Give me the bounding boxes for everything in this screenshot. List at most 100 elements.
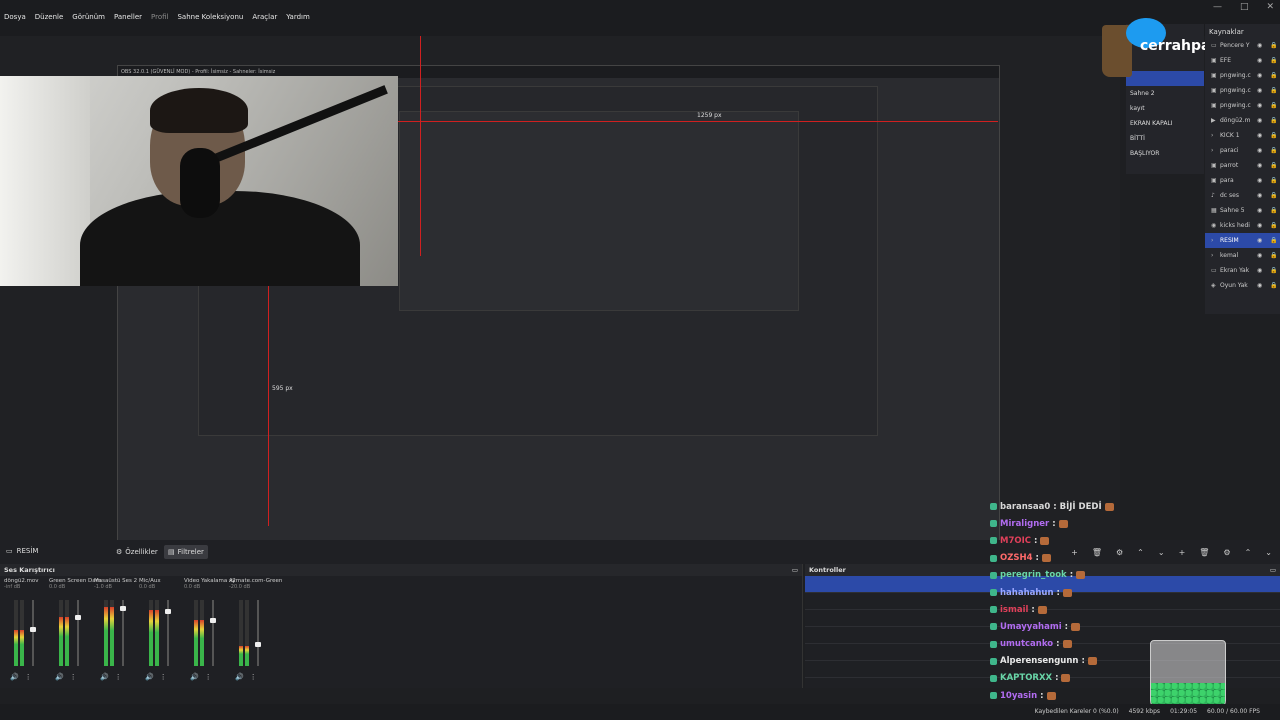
source-item[interactable]: ▣ pngwing.c ◉ 🔒	[1205, 98, 1280, 113]
settings-icon[interactable]: ⚙	[1223, 548, 1230, 557]
add-icon[interactable]: +	[1179, 548, 1186, 557]
eye-icon[interactable]: ◉	[1257, 102, 1267, 109]
source-item[interactable]: ▣ EFE ◉ 🔒	[1205, 53, 1280, 68]
fader-knob[interactable]	[255, 642, 261, 647]
eye-icon[interactable]: ◉	[1257, 42, 1267, 49]
menu-tools[interactable]: Araçlar	[252, 13, 277, 21]
dock-icon[interactable]: ▭	[1270, 566, 1276, 574]
more-icon[interactable]: ⋮	[205, 673, 212, 681]
volume-fader[interactable]	[165, 600, 171, 666]
eye-icon[interactable]: ◉	[1257, 267, 1267, 274]
menu-profile[interactable]: Profil	[151, 13, 168, 21]
lock-icon[interactable]: 🔒	[1270, 42, 1280, 49]
menu-edit[interactable]: Düzenle	[35, 13, 64, 21]
eye-icon[interactable]: ◉	[1257, 162, 1267, 169]
fader-knob[interactable]	[165, 609, 171, 614]
source-item[interactable]: › paraci ◉ 🔒	[1205, 143, 1280, 158]
speaker-icon[interactable]: 🔊	[55, 673, 64, 681]
fader-knob[interactable]	[210, 618, 216, 623]
speaker-icon[interactable]: 🔊	[190, 673, 199, 681]
source-item[interactable]: ▣ pngwing.c ◉ 🔒	[1205, 83, 1280, 98]
eye-icon[interactable]: ◉	[1257, 147, 1267, 154]
more-icon[interactable]: ⋮	[160, 673, 167, 681]
source-item[interactable]: ▣ parrot ◉ 🔒	[1205, 158, 1280, 173]
lock-icon[interactable]: 🔒	[1270, 117, 1280, 124]
dock-icon[interactable]: ▭	[792, 566, 798, 574]
source-item[interactable]: › RESİM ◉ 🔒	[1205, 233, 1280, 248]
fader-knob[interactable]	[75, 615, 81, 620]
scene-item[interactable]: BİTTİ	[1126, 131, 1204, 146]
source-item[interactable]: ▣ para ◉ 🔒	[1205, 173, 1280, 188]
lock-icon[interactable]: 🔒	[1270, 237, 1280, 244]
lock-icon[interactable]: 🔒	[1270, 102, 1280, 109]
scene-item[interactable]: BAŞLIYOR	[1126, 146, 1204, 161]
lock-icon[interactable]: 🔒	[1270, 147, 1280, 154]
volume-fader[interactable]	[30, 600, 36, 666]
more-icon[interactable]: ⋮	[250, 673, 257, 681]
eye-icon[interactable]: ◉	[1257, 132, 1267, 139]
eye-icon[interactable]: ◉	[1257, 177, 1267, 184]
lock-icon[interactable]: 🔒	[1270, 132, 1280, 139]
source-item[interactable]: ♪ dc ses ◉ 🔒	[1205, 188, 1280, 203]
speaker-icon[interactable]: 🔊	[10, 673, 19, 681]
lock-icon[interactable]: 🔒	[1270, 72, 1280, 79]
source-item[interactable]: ▭ Ekran Yak ◉ 🔒	[1205, 263, 1280, 278]
eye-icon[interactable]: ◉	[1257, 117, 1267, 124]
maximize-icon[interactable]: □	[1240, 2, 1249, 12]
menu-scene-collection[interactable]: Sahne Koleksiyonu	[177, 13, 243, 21]
scene-item-selected[interactable]	[1126, 71, 1204, 86]
menu-file[interactable]: Dosya	[4, 13, 26, 21]
volume-fader[interactable]	[210, 600, 216, 666]
source-item[interactable]: ▣ pngwing.c ◉ 🔒	[1205, 68, 1280, 83]
fader-knob[interactable]	[120, 606, 126, 611]
volume-fader[interactable]	[75, 600, 81, 666]
volume-fader[interactable]	[120, 600, 126, 666]
lock-icon[interactable]: 🔒	[1270, 222, 1280, 229]
source-item[interactable]: › KİCK 1 ◉ 🔒	[1205, 128, 1280, 143]
speaker-icon[interactable]: 🔊	[145, 673, 154, 681]
down-icon[interactable]: ⌄	[1158, 548, 1165, 557]
eye-icon[interactable]: ◉	[1257, 192, 1267, 199]
source-item[interactable]: › kemal ◉ 🔒	[1205, 248, 1280, 263]
eye-icon[interactable]: ◉	[1257, 237, 1267, 244]
menu-docks[interactable]: Paneller	[114, 13, 142, 21]
source-item[interactable]: ◈ Oyun Yak ◉ 🔒	[1205, 278, 1280, 293]
menu-help[interactable]: Yardım	[286, 13, 310, 21]
up-icon[interactable]: ⌃	[1245, 548, 1252, 557]
menu-view[interactable]: Görünüm	[72, 13, 105, 21]
source-item[interactable]: ▭ Pencere Y ◉ 🔒	[1205, 38, 1280, 53]
up-icon[interactable]: ⌃	[1137, 548, 1144, 557]
lock-icon[interactable]: 🔒	[1270, 177, 1280, 184]
speaker-icon[interactable]: 🔊	[235, 673, 244, 681]
source-item[interactable]: ▶ döngü2.m ◉ 🔒	[1205, 113, 1280, 128]
minimize-icon[interactable]: —	[1213, 2, 1222, 12]
filters-button[interactable]: ▤ Filtreler	[164, 545, 208, 559]
close-icon[interactable]: ✕	[1266, 2, 1274, 12]
eye-icon[interactable]: ◉	[1257, 207, 1267, 214]
lock-icon[interactable]: 🔒	[1270, 87, 1280, 94]
source-item[interactable]: ◉ kicks hedi ◉ 🔒	[1205, 218, 1280, 233]
eye-icon[interactable]: ◉	[1257, 87, 1267, 94]
lock-icon[interactable]: 🔒	[1270, 57, 1280, 64]
eye-icon[interactable]: ◉	[1257, 222, 1267, 229]
webcam-source[interactable]	[0, 76, 398, 286]
lock-icon[interactable]: 🔒	[1270, 252, 1280, 259]
lock-icon[interactable]: 🔒	[1270, 282, 1280, 289]
more-icon[interactable]: ⋮	[70, 673, 77, 681]
properties-button[interactable]: ⚙ Özellikler	[112, 545, 162, 559]
trash-icon[interactable]: 🗑	[1199, 548, 1209, 557]
more-icon[interactable]: ⋮	[115, 673, 122, 681]
more-icon[interactable]: ⋮	[25, 673, 32, 681]
lock-icon[interactable]: 🔒	[1270, 192, 1280, 199]
source-item[interactable]: ▦ Sahne 5 ◉ 🔒	[1205, 203, 1280, 218]
eye-icon[interactable]: ◉	[1257, 282, 1267, 289]
eye-icon[interactable]: ◉	[1257, 72, 1267, 79]
lock-icon[interactable]: 🔒	[1270, 207, 1280, 214]
eye-icon[interactable]: ◉	[1257, 57, 1267, 64]
down-icon[interactable]: ⌄	[1265, 548, 1272, 557]
eye-icon[interactable]: ◉	[1257, 252, 1267, 259]
speaker-icon[interactable]: 🔊	[100, 673, 109, 681]
scene-item[interactable]: EKRAN KAPALI	[1126, 116, 1204, 131]
fader-knob[interactable]	[30, 627, 36, 632]
lock-icon[interactable]: 🔒	[1270, 267, 1280, 274]
